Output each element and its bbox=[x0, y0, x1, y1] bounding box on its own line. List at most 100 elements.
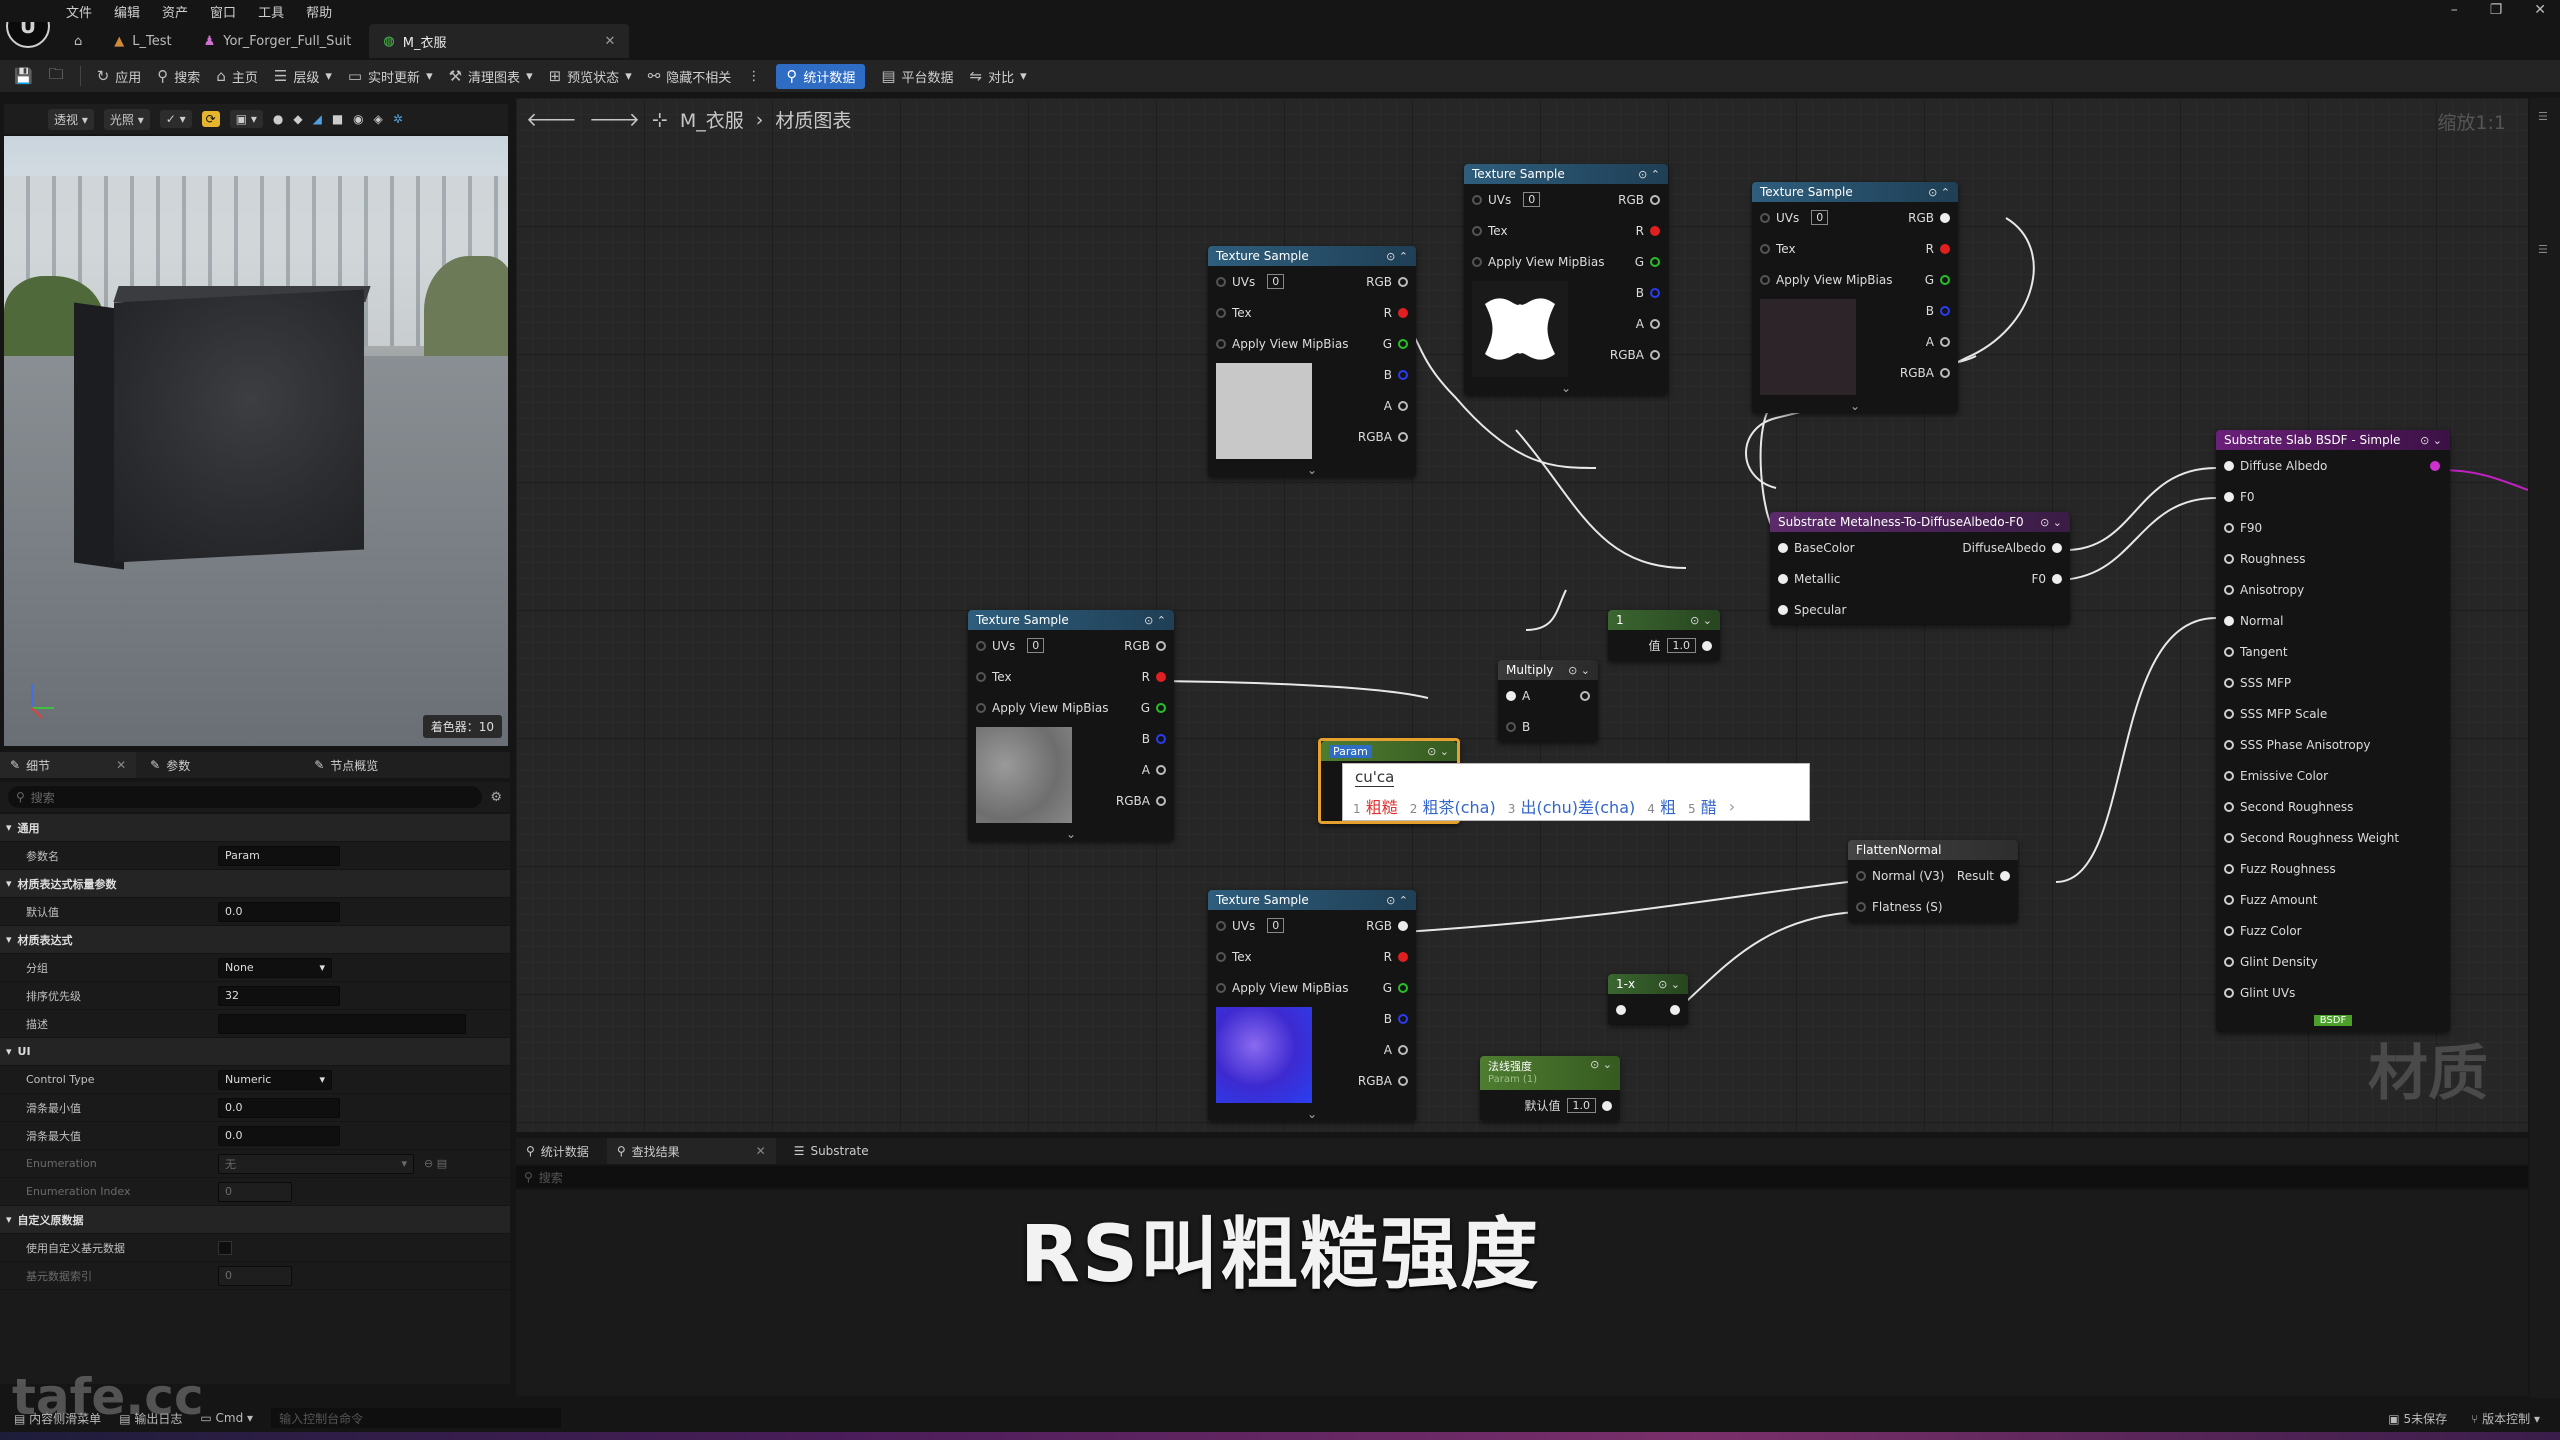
section-general[interactable]: ▾ 通用 bbox=[0, 814, 510, 842]
input-pin[interactable] bbox=[1216, 951, 1226, 962]
tab-stats[interactable]: ⚲ 统计数据 bbox=[516, 1138, 599, 1164]
constant-value-field[interactable]: 1.0 bbox=[1666, 638, 1696, 653]
input-pin[interactable] bbox=[2224, 925, 2234, 936]
minimize-icon[interactable]: – bbox=[2451, 2, 2458, 18]
expand-icon[interactable]: ⌄ bbox=[968, 827, 1174, 841]
tab-material[interactable]: ◍ M_衣服 ✕ bbox=[369, 24, 630, 58]
close-icon[interactable]: ✕ bbox=[2534, 2, 2546, 18]
input-pin[interactable] bbox=[2224, 646, 2234, 657]
home-button[interactable]: ⌂ 主页 bbox=[216, 67, 258, 86]
node-controls-icon[interactable]: ⊙ ⌄ bbox=[2040, 516, 2062, 529]
output-pin[interactable] bbox=[1580, 690, 1590, 701]
input-pin[interactable] bbox=[2224, 956, 2234, 967]
input-pin[interactable] bbox=[1760, 274, 1770, 285]
input-pin[interactable] bbox=[2224, 460, 2234, 471]
console-command-input[interactable]: 输入控制台命令 bbox=[271, 1408, 562, 1428]
output-pin[interactable] bbox=[1398, 982, 1408, 993]
node-header[interactable]: Multiply ⊙ ⌄ bbox=[1498, 660, 1598, 680]
uv-index[interactable]: 0 bbox=[1267, 274, 1285, 289]
node-controls-icon[interactable]: ⊙ ⌄ bbox=[1427, 745, 1449, 758]
node-controls-icon[interactable]: ⊙ ⌄ bbox=[1658, 978, 1680, 991]
show-flags-dropdown[interactable]: ✓ ▾ bbox=[159, 110, 192, 128]
output-pin[interactable] bbox=[1650, 287, 1660, 298]
source-control-button[interactable]: ⑂ 版本控制 ▾ bbox=[2471, 1410, 2540, 1427]
group-dropdown[interactable]: None ▾ bbox=[218, 957, 332, 978]
output-pin[interactable] bbox=[1940, 305, 1950, 316]
section-scalar-param[interactable]: ▾ 材质表达式标量参数 bbox=[0, 870, 510, 898]
node-header[interactable]: Param ⊙ ⌄ bbox=[1321, 741, 1457, 761]
search-button[interactable]: ⚲ 搜索 bbox=[157, 67, 200, 86]
node-controls-icon[interactable]: ⊙ ⌃ bbox=[1928, 186, 1950, 199]
flatten-normal-node[interactable]: FlattenNormal Normal (V3) Result Flatness… bbox=[1848, 840, 2018, 922]
output-pin[interactable] bbox=[1398, 920, 1408, 931]
input-pin[interactable] bbox=[1778, 604, 1788, 615]
enumeration-dropdown[interactable]: 无 ▾ bbox=[218, 1153, 414, 1174]
material-graph[interactable]: 🡐 🡒 ⊹ M_衣服 › 材质图表 缩放1:1 Texture Sample ⊙ … bbox=[516, 98, 2528, 1132]
node-controls-icon[interactable]: ⊙ ⌄ bbox=[1568, 664, 1590, 677]
details-side-icon[interactable]: ☰ bbox=[2538, 110, 2552, 123]
tab-parameters[interactable]: ✎ 参数 bbox=[140, 752, 200, 778]
input-pin[interactable] bbox=[1856, 870, 1866, 881]
node-controls-icon[interactable]: ⊙ ⌃ bbox=[1144, 614, 1166, 627]
input-pin[interactable] bbox=[2224, 584, 2234, 595]
input-pin[interactable] bbox=[2224, 708, 2234, 719]
node-controls-icon[interactable]: ⊙ ⌄ bbox=[2420, 434, 2442, 447]
texture-sample-node[interactable]: Texture Sample ⊙ ⌃ UVs 0 RGB Tex R Apply Vie… bbox=[1208, 246, 1416, 477]
menu-asset[interactable]: 资产 bbox=[162, 2, 188, 21]
cmd-dropdown[interactable]: ▭ Cmd ▾ bbox=[200, 1411, 253, 1425]
texture-sample-node[interactable]: Texture Sample ⊙ ⌃ UVs 0 RGB Tex R Apply Vie… bbox=[1208, 890, 1416, 1121]
node-header[interactable]: 法线强度 Param (1) ⊙ ⌄ bbox=[1480, 1056, 1620, 1090]
browse-icon[interactable]: ⊖ ▤ bbox=[424, 1157, 447, 1170]
close-tab-icon[interactable]: ✕ bbox=[116, 758, 126, 772]
output-pin[interactable] bbox=[1650, 194, 1660, 205]
output-pin[interactable] bbox=[1940, 212, 1950, 223]
output-pin[interactable] bbox=[2052, 542, 2062, 553]
input-pin[interactable] bbox=[2224, 677, 2234, 688]
node-header[interactable]: 1-x ⊙ ⌄ bbox=[1608, 974, 1688, 994]
sort-priority-field[interactable]: 32 bbox=[218, 985, 340, 1006]
input-pin[interactable] bbox=[1216, 338, 1226, 349]
input-pin[interactable] bbox=[1506, 721, 1516, 732]
slider-max-field[interactable]: 0.0 bbox=[218, 1125, 340, 1146]
strength-value-field[interactable]: 1.0 bbox=[1566, 1098, 1596, 1113]
input-pin[interactable] bbox=[2224, 770, 2234, 781]
node-header[interactable]: 1 ⊙ ⌄ bbox=[1608, 610, 1720, 630]
input-pin[interactable] bbox=[1856, 901, 1866, 912]
output-pin[interactable] bbox=[1398, 1013, 1408, 1024]
close-tab-icon[interactable]: ✕ bbox=[604, 34, 615, 49]
input-pin[interactable] bbox=[1760, 243, 1770, 254]
input-pin[interactable] bbox=[1216, 920, 1226, 931]
output-pin[interactable] bbox=[1398, 431, 1408, 442]
preview-mesh-dropdown[interactable]: ▣ ▾ bbox=[229, 110, 263, 128]
palette-side-icon[interactable]: ☰ bbox=[2538, 243, 2552, 256]
ime-candidate[interactable]: 2 粗茶(cha) bbox=[1410, 794, 1496, 818]
menu-tools[interactable]: 工具 bbox=[258, 2, 284, 21]
default-value-field[interactable]: 0.0 bbox=[218, 901, 340, 922]
node-controls-icon[interactable]: ⊙ ⌄ bbox=[1590, 1058, 1612, 1071]
node-title-edit[interactable]: Param bbox=[1329, 744, 1372, 758]
tab-level[interactable]: ▲ L_Test bbox=[100, 24, 185, 58]
output-pin[interactable] bbox=[1650, 318, 1660, 329]
sphere-icon[interactable]: ● bbox=[273, 112, 283, 126]
tab-details[interactable]: ✎ 细节 ✕ bbox=[0, 752, 137, 778]
substrate-metalness-node[interactable]: Substrate Metalness-To-DiffuseAlbedo-F0 ⊙… bbox=[1770, 512, 2070, 625]
home-tab[interactable]: ⌂ bbox=[60, 24, 96, 58]
control-type-dropdown[interactable]: Numeric ▾ bbox=[218, 1069, 332, 1090]
expand-icon[interactable]: ⌄ bbox=[1208, 463, 1416, 477]
output-pin[interactable] bbox=[1940, 367, 1950, 378]
output-pin[interactable] bbox=[1702, 640, 1712, 651]
back-icon[interactable]: 🡐 bbox=[526, 108, 577, 131]
input-pin[interactable] bbox=[976, 640, 986, 651]
output-pin[interactable] bbox=[1398, 369, 1408, 380]
bsdf-output-pin[interactable] bbox=[2430, 461, 2440, 471]
node-controls-icon[interactable]: ⊙ ⌄ bbox=[1690, 614, 1712, 627]
input-pin[interactable] bbox=[1216, 982, 1226, 993]
tab-skeletal-mesh[interactable]: ♟ Yor_Forger_Full_Suit bbox=[190, 24, 366, 58]
output-pin[interactable] bbox=[1398, 307, 1408, 318]
multiply-node[interactable]: Multiply ⊙ ⌄ A B bbox=[1498, 660, 1598, 742]
output-pin[interactable] bbox=[2052, 573, 2062, 584]
details-search-input[interactable]: ⚲ 搜索 bbox=[8, 786, 483, 808]
input-pin[interactable] bbox=[1778, 573, 1788, 584]
node-header[interactable]: Texture Sample ⊙ ⌃ bbox=[1208, 890, 1416, 910]
ime-candidate[interactable]: 1 粗糙 bbox=[1353, 794, 1398, 818]
